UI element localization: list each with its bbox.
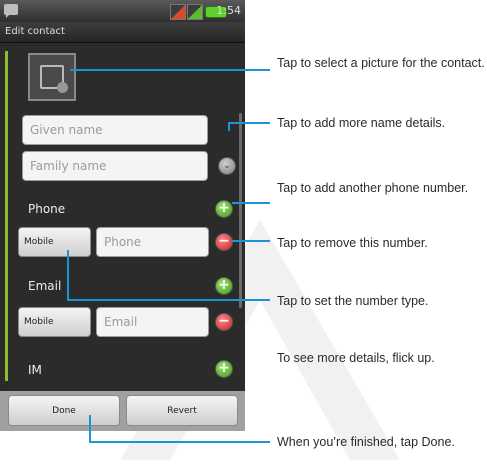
callout-add-phone: Tap to add another phone number. bbox=[277, 181, 469, 195]
remove-phone-icon[interactable]: − bbox=[215, 233, 233, 251]
picture-icon bbox=[40, 65, 68, 93]
phone-input[interactable]: Phone bbox=[96, 227, 209, 257]
revert-button[interactable]: Revert bbox=[126, 395, 238, 426]
expand-name-details-icon[interactable]: ⌄ bbox=[218, 157, 236, 175]
contact-picture-button[interactable] bbox=[28, 53, 76, 101]
callout-finished-key: Done bbox=[421, 435, 452, 449]
screen-title: Edit contact bbox=[5, 26, 65, 37]
add-email-icon[interactable]: + bbox=[215, 277, 233, 295]
im-section-label: IM bbox=[28, 363, 42, 377]
phone-screen: 1:54 PM Edit contact Given name Family n… bbox=[0, 0, 245, 431]
callout-finished: When you’re finished, tap Done. bbox=[277, 434, 467, 450]
account-strip bbox=[0, 43, 10, 391]
done-button[interactable]: Done bbox=[8, 395, 120, 426]
phone-section-label: Phone bbox=[28, 202, 66, 216]
scrollbar[interactable] bbox=[239, 113, 242, 308]
callout-number-type: Tap to set the number type. bbox=[277, 294, 429, 308]
status-bar: 1:54 PM bbox=[0, 0, 245, 33]
add-phone-icon[interactable]: + bbox=[215, 200, 233, 218]
button-bar: Done Revert bbox=[0, 391, 245, 431]
given-name-input[interactable]: Given name bbox=[22, 115, 208, 145]
family-name-input[interactable]: Family name bbox=[22, 151, 208, 181]
email-type-button[interactable]: Mobile bbox=[18, 307, 91, 337]
add-im-icon[interactable]: + bbox=[215, 360, 233, 378]
callout-picture: Tap to select a picture for the contact. bbox=[277, 56, 485, 70]
email-section-label: Email bbox=[28, 279, 62, 293]
callout-remove-number: Tap to remove this number. bbox=[277, 236, 428, 250]
message-notification-icon bbox=[4, 4, 18, 18]
remove-email-icon[interactable]: − bbox=[215, 313, 233, 331]
title-bar: Edit contact bbox=[0, 22, 245, 43]
callout-name-details: Tap to add more name details. bbox=[277, 116, 446, 130]
callout-flick-up: To see more details, flick up. bbox=[277, 351, 435, 365]
phone-type-button[interactable]: Mobile bbox=[18, 227, 91, 257]
email-input[interactable]: Email bbox=[96, 307, 209, 337]
signal-icon bbox=[170, 4, 186, 20]
callout-finished-text: When you’re finished, tap bbox=[277, 435, 422, 449]
callout-finished-suffix: . bbox=[451, 435, 455, 449]
edit-contact-form: Given name Family name ⌄ Phone + Mobile … bbox=[10, 43, 245, 391]
